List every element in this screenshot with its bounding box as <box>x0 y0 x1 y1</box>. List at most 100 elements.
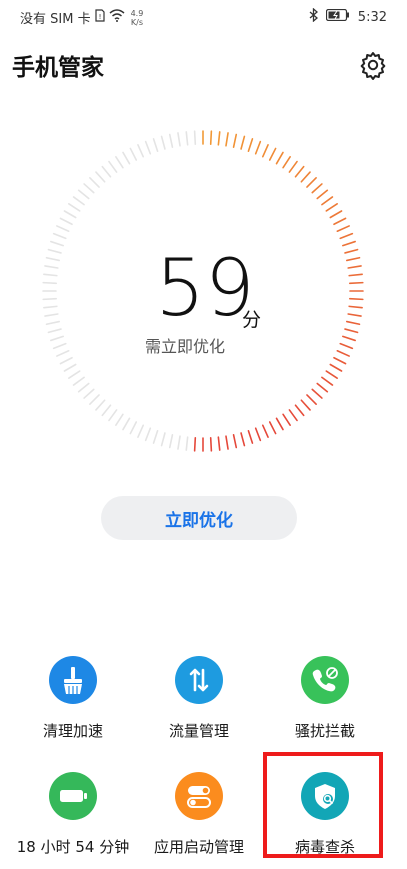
dial-tick <box>347 313 362 317</box>
dial-tick <box>50 240 64 247</box>
tool-label: 流量管理 <box>168 722 229 740</box>
tool-label: 清理加速 <box>42 722 103 740</box>
dial-tick <box>160 432 166 447</box>
score-description: 需立即优化 <box>144 337 225 356</box>
dial-tick <box>185 436 189 451</box>
tool-label: 18 小时 54 分钟 <box>16 838 130 856</box>
dial-tick <box>160 135 166 150</box>
dial-tick <box>316 382 329 393</box>
dial-tick <box>294 404 305 417</box>
dial-tick <box>268 421 277 435</box>
bluetooth-icon <box>309 7 318 26</box>
dial-tick <box>275 417 284 431</box>
dial-tick <box>168 133 174 149</box>
dial-tick <box>115 156 124 169</box>
dial-tick <box>45 320 61 326</box>
dial-tick <box>282 156 291 169</box>
dial-tick <box>115 413 124 426</box>
settings-gear-icon[interactable] <box>358 50 388 80</box>
dial-tick <box>247 430 254 444</box>
carrier-text: 没有 SIM 卡 <box>20 12 91 27</box>
tool-label: 骚扰拦截 <box>294 722 355 740</box>
phone-block-icon <box>301 656 349 704</box>
dial-tick <box>240 135 246 150</box>
dial-tick <box>344 328 359 334</box>
sim-icon: ! <box>94 9 105 26</box>
net-speed-value: 4.9 <box>130 8 144 18</box>
wifi-icon <box>109 9 125 26</box>
dial-tick <box>72 376 85 386</box>
tool-data-traffic[interactable]: 流量管理 <box>134 656 264 741</box>
tool-label: 应用启动管理 <box>153 838 244 856</box>
optimize-now-button[interactable]: 立即优化 <box>101 496 297 540</box>
dial-tick <box>333 356 347 365</box>
dial-tick <box>348 297 364 301</box>
dial-tick <box>177 435 181 450</box>
svg-text:!: ! <box>98 13 101 21</box>
dial-tick <box>95 399 106 411</box>
dial-tick <box>247 138 254 152</box>
dial-tick <box>42 297 58 301</box>
dial-tick <box>347 265 362 269</box>
dial-tick <box>209 436 213 452</box>
dial-tick <box>336 349 350 357</box>
dial-tick <box>77 189 90 200</box>
dial-tick <box>339 342 354 350</box>
clock-text: 5:32 <box>357 9 387 25</box>
dial-tick <box>261 424 269 438</box>
dial-tick <box>275 151 284 165</box>
network-speed: 4.9 K/s <box>131 9 144 27</box>
dial-tick <box>44 265 59 269</box>
dial-tick <box>348 281 364 285</box>
dial-tick <box>44 313 59 317</box>
dial-tick <box>268 147 277 161</box>
dial-tick <box>83 183 95 194</box>
dial-tick <box>45 256 61 262</box>
dial-tick <box>42 281 58 285</box>
dial-tick <box>209 130 213 146</box>
dial-tick <box>344 248 359 254</box>
dial-tick <box>137 144 145 158</box>
dial-tick <box>152 138 159 152</box>
tool-battery[interactable]: 18 小时 54 分钟 <box>8 772 138 857</box>
dial-tick <box>68 370 81 379</box>
dial-tick <box>217 131 221 146</box>
dial-tick <box>95 171 106 183</box>
dial-tick <box>63 210 77 219</box>
tool-app-launch[interactable]: 应用启动管理 <box>134 772 264 857</box>
highlight-box <box>263 752 383 858</box>
dial-tick <box>311 183 323 194</box>
tool-harassment-block[interactable]: 骚扰拦截 <box>260 656 390 741</box>
dial-tick <box>254 140 262 155</box>
net-speed-unit: K/s <box>130 17 143 27</box>
dial-tick <box>89 177 100 188</box>
dial-tick <box>345 256 361 262</box>
tool-cleanup[interactable]: 清理加速 <box>8 656 138 741</box>
dial-tick <box>282 413 291 426</box>
dial-tick <box>306 394 317 405</box>
dial-tick <box>288 409 298 422</box>
dial-tick <box>108 409 118 422</box>
dial-tick <box>101 165 112 178</box>
dial-tick <box>306 177 317 188</box>
dial-tick <box>329 210 343 219</box>
dial-tick <box>294 165 305 178</box>
dial-tick <box>254 427 262 442</box>
dial-tick <box>152 430 159 444</box>
dial-tick <box>144 140 152 155</box>
dial-tick <box>336 225 350 233</box>
dial-tick <box>52 232 67 240</box>
battery-icon <box>49 772 97 820</box>
dial-tick <box>137 424 145 438</box>
dial-tick <box>185 131 189 146</box>
dial-tick <box>122 417 131 431</box>
dial-tick <box>261 144 269 158</box>
dial-tick <box>300 171 311 183</box>
battery-status-icon <box>325 8 350 25</box>
dial-tick <box>129 421 138 435</box>
dial-tick <box>225 132 229 147</box>
dial-tick <box>193 130 197 146</box>
dial-tick <box>225 435 229 450</box>
dial-tick <box>52 342 67 350</box>
dial-tick <box>300 399 311 411</box>
